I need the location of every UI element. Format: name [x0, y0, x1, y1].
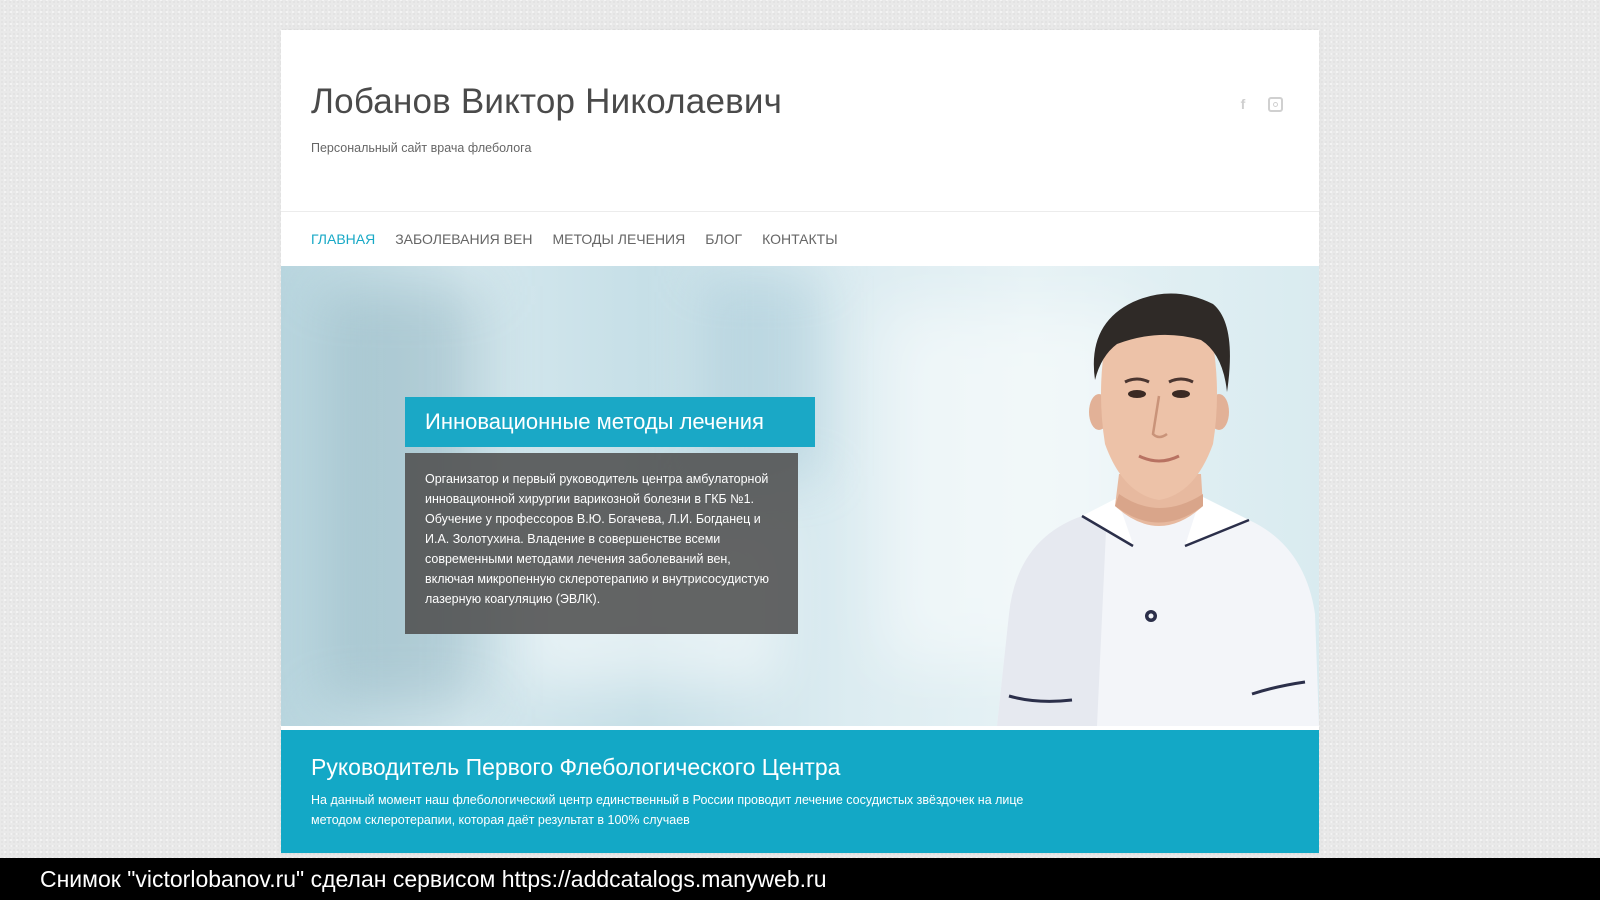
site-header: Лобанов Виктор Николаевич Персональный с… — [281, 30, 1319, 211]
nav-item-contacts[interactable]: КОНТАКТЫ — [762, 231, 838, 247]
site-title[interactable]: Лобанов Виктор Николаевич — [311, 82, 782, 122]
social-links: f — [1235, 96, 1283, 112]
facebook-icon[interactable]: f — [1235, 96, 1251, 112]
nav-item-treatment-methods[interactable]: МЕТОДЫ ЛЕЧЕНИЯ — [552, 231, 685, 247]
instagram-glyph — [1267, 96, 1283, 112]
banner-text: На данный момент наш флебологический цен… — [311, 793, 1024, 827]
screenshot-service-caption: Снимок "victorlobanov.ru" сделан сервисо… — [0, 858, 1600, 900]
nav-item-home[interactable]: ГЛАВНАЯ — [311, 231, 375, 247]
doctor-photo — [997, 293, 1319, 726]
instagram-icon[interactable] — [1267, 96, 1283, 112]
banner-title: Руководитель Первого Флебологического Це… — [311, 754, 841, 780]
main-nav: ГЛАВНАЯ ЗАБОЛЕВАНИЯ ВЕН МЕТОДЫ ЛЕЧЕНИЯ Б… — [281, 211, 1319, 266]
nav-item-blog[interactable]: БЛОГ — [705, 231, 742, 247]
page-container: Лобанов Виктор Николаевич Персональный с… — [281, 30, 1319, 853]
nav-item-vein-diseases[interactable]: ЗАБОЛЕВАНИЯ ВЕН — [395, 231, 532, 247]
site-tagline: Персональный сайт врача флеболога — [311, 141, 532, 155]
hero-caption-title: Инновационные методы лечения — [405, 397, 815, 447]
info-banner: Руководитель Первого Флебологического Це… — [281, 730, 1319, 853]
hero-caption-text: Организатор и первый руководитель центра… — [405, 453, 798, 634]
hero-slider[interactable]: Инновационные методы лечения Организатор… — [281, 266, 1319, 726]
